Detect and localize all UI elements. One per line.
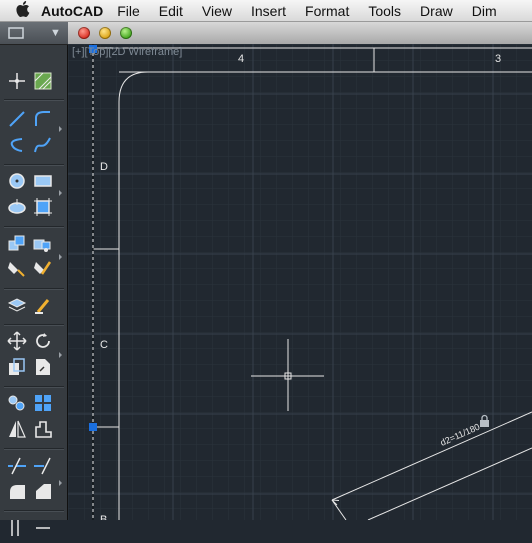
close-window-button[interactable]: [78, 27, 90, 39]
edit-attribute-icon[interactable]: [32, 258, 54, 280]
drawing-viewport[interactable]: d2=11/180 [+][Top][2D Wireframe] 4 3 D C…: [68, 44, 532, 520]
extra-tool-icon[interactable]: [6, 516, 28, 538]
window-titlebar[interactable]: [68, 22, 532, 45]
point-icon[interactable]: [6, 70, 28, 92]
insert-block-icon[interactable]: [6, 232, 28, 254]
stretch-icon[interactable]: [32, 418, 54, 440]
ellipse-icon[interactable]: [6, 196, 28, 218]
border-row-label: C: [100, 339, 108, 351]
polyline-icon[interactable]: [6, 134, 28, 156]
mac-menubar: AutoCAD File Edit View Insert Format Too…: [0, 0, 532, 22]
border-row-label: D: [100, 161, 108, 173]
file-menu[interactable]: File: [117, 3, 140, 19]
spline-icon[interactable]: [32, 134, 54, 156]
create-block-icon[interactable]: [32, 232, 54, 254]
edit-menu[interactable]: Edit: [159, 3, 183, 19]
extend-icon[interactable]: [32, 454, 54, 476]
dimension-menu[interactable]: Dim: [472, 3, 497, 19]
format-menu[interactable]: Format: [305, 3, 349, 19]
match-properties-icon[interactable]: [32, 294, 54, 316]
tool-palette: ▼: [0, 22, 68, 536]
border-column-label: 3: [495, 53, 502, 65]
fillet-icon[interactable]: [6, 480, 28, 502]
minimize-window-button[interactable]: [99, 27, 111, 39]
border-row-label: B: [100, 514, 108, 520]
zoom-window-button[interactable]: [120, 27, 132, 39]
mirror-icon[interactable]: [6, 418, 28, 440]
insert-menu[interactable]: Insert: [251, 3, 286, 19]
region-icon[interactable]: [32, 196, 54, 218]
view-menu[interactable]: View: [202, 3, 232, 19]
chamfer-icon[interactable]: [32, 480, 54, 502]
line-icon[interactable]: [6, 108, 28, 130]
palette-dropdown-icon[interactable]: ▼: [50, 27, 61, 39]
rotate-icon[interactable]: [32, 330, 54, 352]
circle-icon[interactable]: [6, 170, 28, 192]
app-menu[interactable]: AutoCAD: [41, 3, 103, 19]
array-icon[interactable]: [32, 392, 54, 414]
palette-header: ▼: [0, 22, 68, 45]
apple-menu-icon[interactable]: [13, 0, 33, 21]
grip-middle[interactable]: [89, 423, 97, 431]
scale-icon[interactable]: [32, 356, 54, 378]
border-column-label: 4: [238, 53, 245, 65]
copy-icon[interactable]: [6, 356, 28, 378]
tools-menu[interactable]: Tools: [368, 3, 401, 19]
group-icon[interactable]: [6, 392, 28, 414]
drawing-canvas[interactable]: d2=11/180: [68, 44, 532, 520]
hatch-icon[interactable]: [32, 70, 54, 92]
trim-icon[interactable]: [6, 454, 28, 476]
viewport-controls-label[interactable]: [+][Top][2D Wireframe]: [72, 46, 182, 58]
arc-icon[interactable]: [32, 108, 54, 130]
rectangle-icon[interactable]: [32, 170, 54, 192]
attribute-icon[interactable]: [6, 258, 28, 280]
move-icon[interactable]: [6, 330, 28, 352]
extra-tool-2-icon[interactable]: [32, 516, 54, 538]
layer-icon[interactable]: [6, 294, 28, 316]
draw-menu[interactable]: Draw: [420, 3, 453, 19]
select-tool-icon[interactable]: [6, 22, 28, 44]
